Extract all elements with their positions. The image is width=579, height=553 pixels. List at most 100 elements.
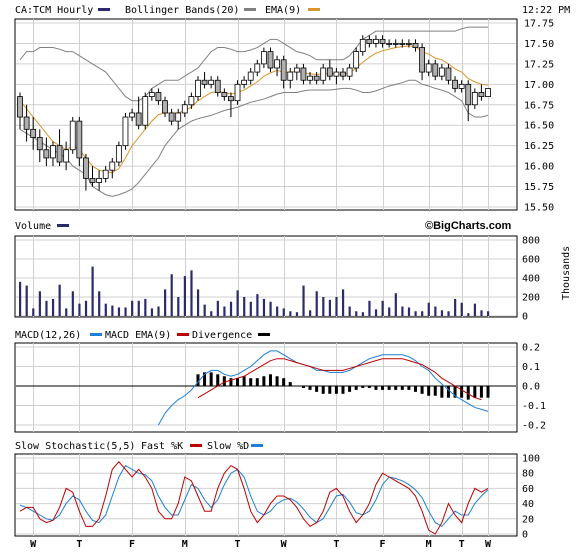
candle-body [293,67,300,73]
price-y-axis: 17.75 17.50 17.25 17.00 16.75 16.50 16.25 16.00… [524,19,554,214]
candle-body [366,38,373,44]
divergence-bar [341,386,345,394]
candle-body [142,96,149,126]
volume-bar [328,299,332,316]
bigcharts-watermark: ©BigCharts.com [425,220,512,232]
candle-body [320,67,327,81]
candle-body [63,149,70,163]
volume-bar [361,312,364,316]
volume-bar [381,300,384,316]
divergence-bar [440,386,444,398]
candle-body [247,71,254,81]
volume-bar [348,306,351,316]
stoch-tick-label: 100 [522,454,540,465]
x-axis-day-labels: WTFMTWTFMTW [30,539,492,550]
candle-body [241,79,248,85]
price-tick-label: 16.50 [524,121,554,132]
price-legend: CA:TCM Hourly Bollinger Bands(20) EMA(9)… [15,5,570,16]
divergence-bar [367,386,371,388]
divergence-bar [460,386,464,398]
candle-body [406,43,412,45]
volume-bar [467,313,470,316]
volume-bar [117,307,121,316]
stoch-legend: Slow Stochastic(5,5) Fast %K Slow %D [15,441,263,452]
stoch-lines [19,461,489,535]
candle-body [425,63,432,73]
macd-title: MACD(12,26) [15,330,81,341]
volume-bar [38,291,41,316]
volume-unit-label: Thousands [561,246,572,300]
candle-body [307,75,313,81]
volume-tick-label: 600 [522,255,540,266]
x-tick-label: T [76,539,82,550]
divergence-bar [249,378,253,386]
divergence-bar [334,386,338,394]
volume-bar [216,300,219,316]
divergence-bar [400,386,404,390]
volume-bar [45,300,48,316]
candle-body [260,51,267,65]
candle-body [30,128,37,138]
divergence-bar [315,386,319,392]
volume-bar [289,311,292,316]
volume-title: Volume [15,221,51,232]
divergence-bar [268,374,272,386]
macd-tick-label: -0.1 [522,401,546,412]
candle-body [201,79,208,85]
stoch-title: Slow Stochastic(5,5) [15,441,135,452]
volume-bar [190,270,193,316]
divergence-bar [387,386,391,390]
divergence-bar [394,386,398,390]
volume-bar [401,306,404,316]
candle-body [115,145,122,163]
divergence-bar [473,386,477,398]
candle-body [485,88,491,98]
stoch-y-axis: 100 80 60 40 20 0 [522,454,540,541]
volume-gridlines [16,236,516,317]
divergence-bar [381,386,385,390]
candle-body [181,104,188,114]
price-tick-label: 17.75 [524,19,554,30]
volume-bar [315,291,318,316]
volume-bar [269,301,272,316]
x-tick-label: T [235,539,241,550]
volume-bar [19,281,22,316]
volume-bar [25,285,28,316]
price-legend-swatch [98,8,110,11]
volume-bar [440,310,444,316]
candle-body [333,71,340,77]
candle-body [478,92,485,97]
candle-body [221,92,228,97]
candle-body [392,43,399,45]
stoch-tick-label: 40 [522,499,534,510]
macd-tick-label: 0.2 [522,343,540,354]
x-tick-label: F [129,539,135,550]
volume-bar [157,306,160,316]
volume-bar [454,298,457,316]
price-tick-label: 17.25 [524,59,554,70]
fast-k-swatch [190,444,202,447]
volume-bar [374,309,378,316]
volume-bar [302,285,305,316]
candle-body [122,116,129,147]
candle-body [168,112,175,122]
candle-body [373,38,379,44]
volume-bar [335,297,338,316]
volume-bar [84,300,88,316]
bollinger-bands [19,26,489,197]
volume-tick-label: 200 [522,293,540,304]
volume-bar [32,308,35,316]
x-tick-label: W [30,539,37,550]
divergence-swatch [258,333,270,336]
divergence-bar [486,386,490,398]
divergence-bar [236,378,240,386]
candle-body [280,59,287,81]
volume-bar [236,290,239,316]
candle-body [359,38,366,53]
candle-body [346,67,353,77]
stoch-tick-label: 0 [522,530,528,541]
volume-bar [170,274,173,316]
divergence-bar [354,386,358,390]
volume-bar [58,284,61,316]
volume-bar [407,307,411,316]
